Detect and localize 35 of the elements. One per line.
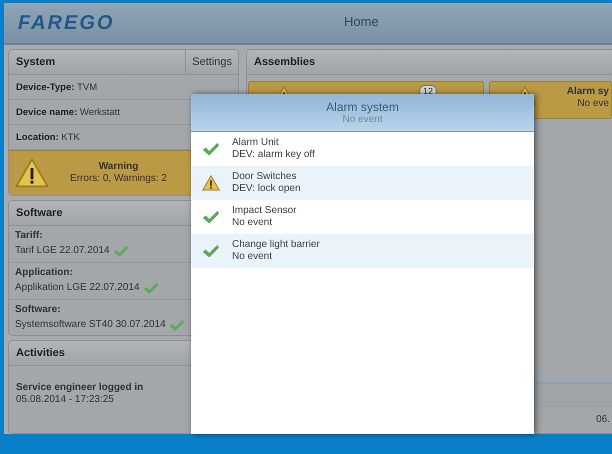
timestamp: 06. bbox=[596, 414, 610, 426]
item-name: Impact Sensor bbox=[232, 205, 296, 217]
panel-title: System bbox=[16, 55, 56, 70]
panel-title: Activities bbox=[16, 346, 65, 362]
check-icon bbox=[202, 142, 220, 156]
item-detail: No event bbox=[232, 251, 274, 263]
panel-title: Assemblies bbox=[254, 55, 316, 70]
warning-detail: Errors: 0, Warnings: 2 bbox=[70, 173, 167, 185]
dialog-subtitle: No event bbox=[342, 114, 383, 125]
software-version: Applikation LGE 22.07.2014 bbox=[15, 282, 140, 294]
software-label: Application: bbox=[15, 266, 74, 279]
alarm-item[interactable]: Door Switches DEV: lock open bbox=[191, 166, 534, 200]
software-label: Tariff: bbox=[15, 230, 44, 242]
tile-status: No eve bbox=[577, 98, 609, 110]
activity-text: Service engineer logged in bbox=[16, 382, 144, 394]
warning-icon bbox=[202, 175, 220, 191]
alarm-item[interactable]: Impact Sensor No event bbox=[191, 200, 534, 234]
settings-button[interactable]: Settings bbox=[185, 50, 238, 74]
warning-title: Warning bbox=[98, 161, 138, 173]
warning-icon bbox=[15, 158, 49, 188]
check-icon bbox=[202, 210, 220, 224]
software-version: Tarif LGE 22.07.2014 bbox=[15, 245, 110, 258]
tile-title: Alarm sy bbox=[566, 86, 609, 98]
panel-title: Software bbox=[16, 206, 62, 221]
check-icon bbox=[202, 244, 220, 258]
software-version: Systemsoftware ST40 30.07.2014 bbox=[15, 318, 166, 331]
page-title: Home bbox=[344, 14, 379, 29]
activity-time: 05.08.2014 - 17:23:25 bbox=[16, 394, 115, 406]
item-name: Change light barrier bbox=[232, 239, 320, 251]
dialog-title: Alarm system bbox=[326, 100, 399, 114]
logo: FAREGO bbox=[18, 12, 114, 34]
alarm-item[interactable]: Change light barrier No event bbox=[191, 234, 534, 268]
item-detail: No event bbox=[232, 217, 274, 229]
alarm-item[interactable]: Alarm Unit DEV: alarm key off bbox=[191, 132, 534, 166]
software-label: Software: bbox=[15, 304, 62, 316]
